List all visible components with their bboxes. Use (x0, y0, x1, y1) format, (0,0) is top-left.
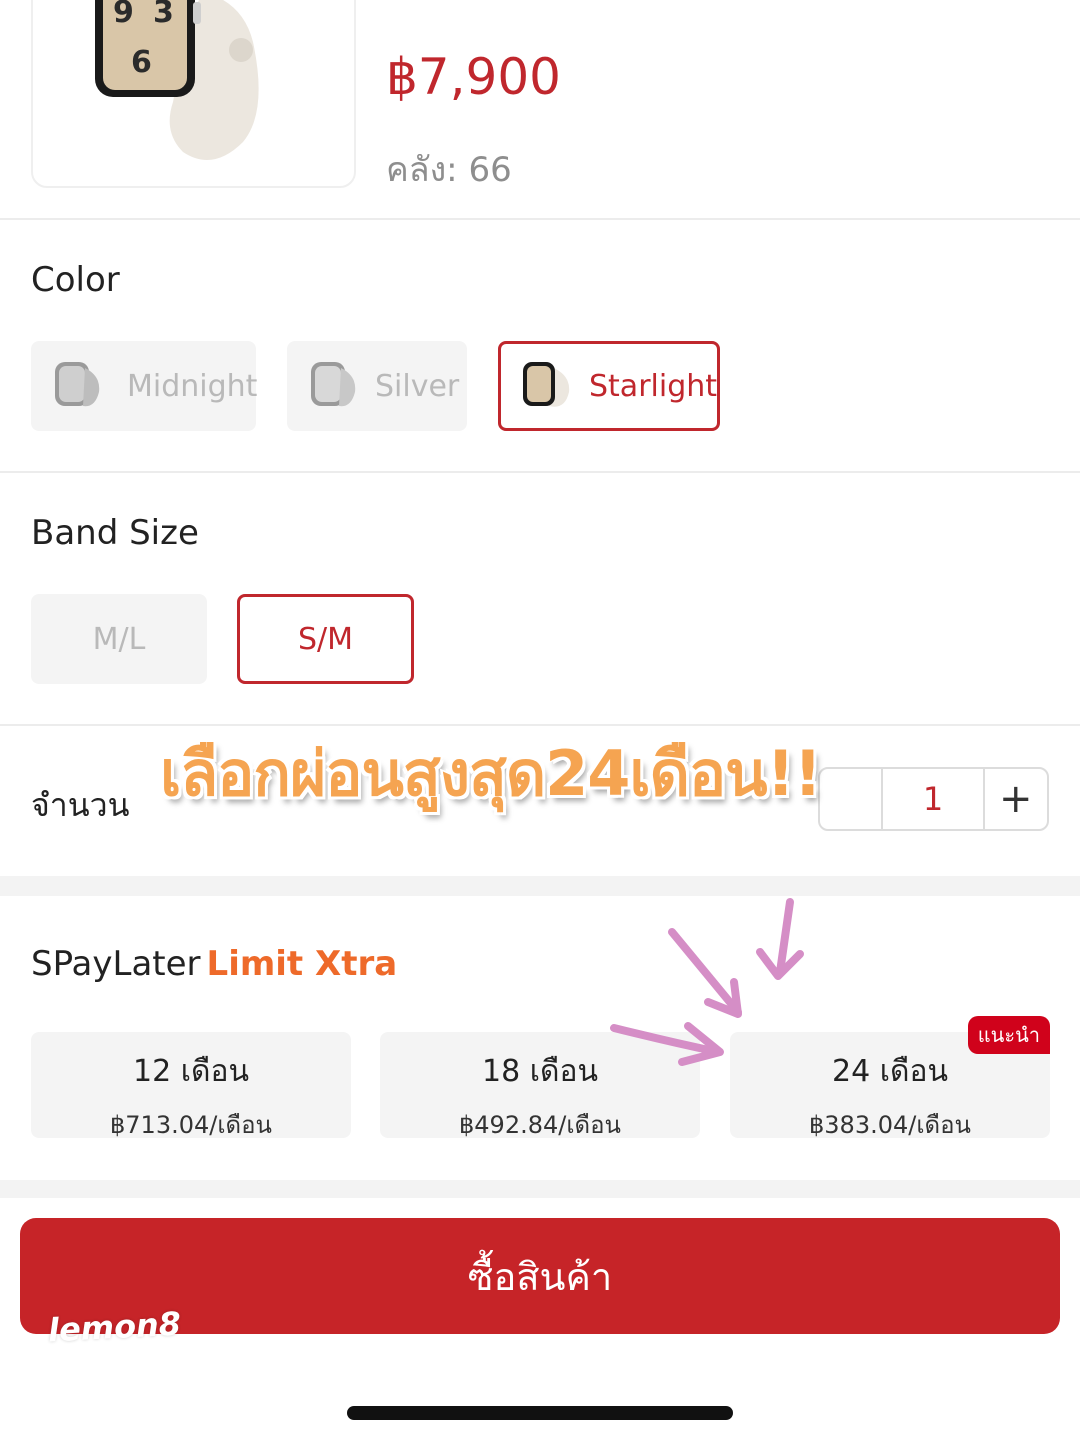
spaylater-name: SPayLater (31, 944, 201, 984)
installment-plan-12[interactable]: 12 เดือน ฿713.04/เดือน (31, 1032, 351, 1139)
band-size-option-ml[interactable]: M/L (31, 594, 207, 684)
product-price: ฿7,900 (386, 48, 561, 106)
plan-monthly-amount: ฿492.84/เดือน (459, 1111, 621, 1139)
color-option-label: Silver (375, 368, 460, 404)
watch-thumbnail-icon (55, 362, 100, 407)
color-option-starlight[interactable]: Starlight (498, 341, 720, 431)
plan-months: 12 เดือน (133, 1054, 249, 1089)
color-option-silver[interactable]: Silver (287, 341, 467, 431)
band-size-option-sm[interactable]: S/M (237, 594, 414, 684)
promo-overlay-text: เลือกผ่อนสูงสุด24เดือน!! (158, 736, 823, 812)
watch-thumbnail-icon (311, 362, 356, 407)
product-image: 9 3 6 (31, 0, 356, 188)
lemon8-watermark: lemon8 (47, 1304, 182, 1350)
plan-monthly-amount: ฿713.04/เดือน (110, 1111, 272, 1139)
limit-xtra-label: Limit Xtra (206, 944, 398, 984)
watch-image: 9 3 6 (95, 0, 259, 160)
spaylater-title: SPayLater Limit Xtra (31, 944, 397, 984)
color-option-midnight[interactable]: Midnight (31, 341, 258, 431)
home-indicator[interactable] (347, 1406, 733, 1420)
band-size-label: M/L (92, 621, 146, 657)
plan-monthly-amount: ฿383.04/เดือน (809, 1111, 971, 1139)
svg-text:3: 3 (153, 0, 174, 30)
quantity-value[interactable]: 1 (883, 769, 985, 829)
color-option-label: Starlight (589, 368, 718, 404)
increase-button[interactable]: + (985, 769, 1047, 829)
svg-text:9: 9 (113, 0, 134, 30)
section-separator (0, 876, 1080, 896)
quantity-label: จำนวน (31, 786, 130, 824)
svg-text:6: 6 (131, 45, 152, 80)
band-size-title: Band Size (31, 513, 199, 553)
decrease-button[interactable] (820, 769, 884, 829)
recommended-badge: แนะนำ (967, 1016, 1050, 1054)
divider (0, 471, 1080, 473)
divider (0, 218, 1080, 220)
section-separator (0, 1180, 1080, 1198)
color-option-label: Midnight (127, 368, 258, 404)
quantity-stepper: 1 + (818, 767, 1049, 831)
watch-thumbnail-icon (523, 362, 570, 407)
band-size-label: S/M (297, 621, 354, 657)
hand-drawn-arrows-icon (610, 898, 804, 1066)
stock-count: คลัง: 66 (386, 150, 512, 190)
color-title: Color (31, 260, 120, 300)
